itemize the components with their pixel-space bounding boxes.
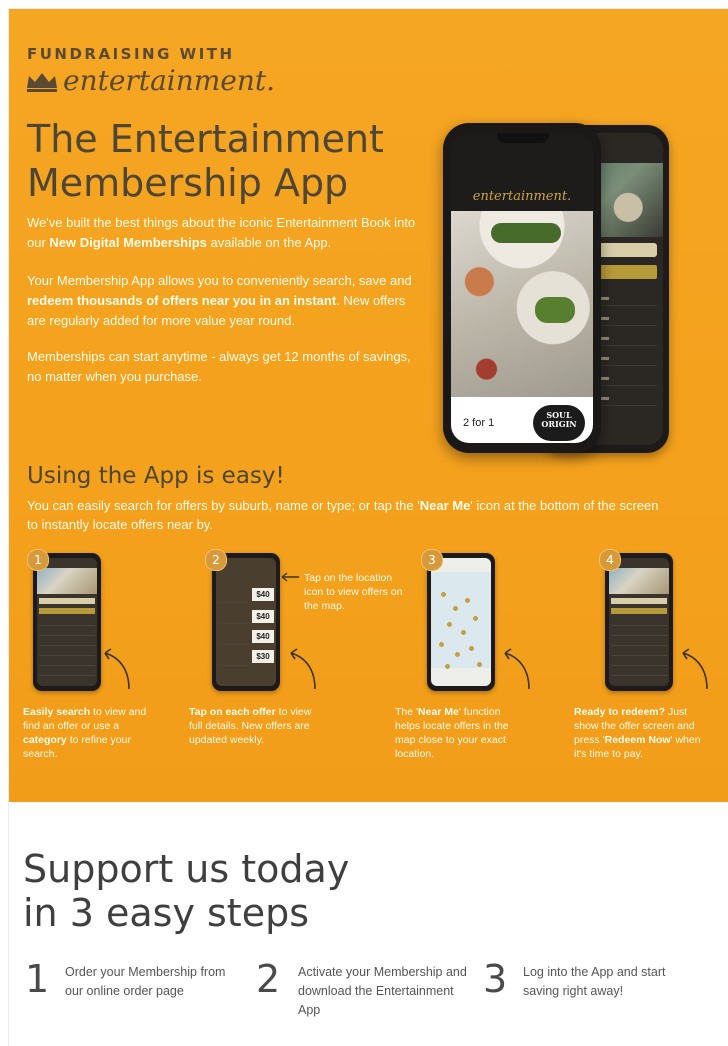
step-2-caption: Tap on each offer to view full details. … <box>189 705 319 747</box>
step-1-badge: 1 <box>27 549 49 571</box>
intro-text-bold: New Digital Memberships <box>49 235 207 250</box>
step-2-screen: $40 $40 $40 $30 <box>216 558 276 686</box>
step-1-bold-2: category <box>23 734 67 746</box>
step-3-screen <box>431 558 491 686</box>
map-graphic <box>431 572 491 669</box>
step-2-badge: 2 <box>205 549 227 571</box>
support-step-3-text: Log into the App and start saving right … <box>523 965 666 998</box>
title-line-1: The Entertainment <box>27 117 384 161</box>
step-3-bold: Near Me <box>418 706 459 718</box>
badge-line-2: ORIGIN <box>541 419 577 429</box>
support-step-2-text: Activate your Membership and download th… <box>298 965 467 1017</box>
step-4-bold: Ready to redeem? <box>574 706 666 718</box>
step-2-phone: $40 $40 $40 $30 <box>212 553 280 691</box>
price-tag: $40 <box>252 630 274 643</box>
flyer-page: FUNDRAISING WITH entertainment. The Ente… <box>8 8 728 1046</box>
location-tip: Tap on the location icon to view offers … <box>304 572 403 612</box>
step-4-screen <box>609 558 669 686</box>
section-text-bold: Near Me <box>419 498 471 513</box>
crown-icon <box>27 73 57 92</box>
front-phone-screen: entertainment. 2 for 1 SOUL ORIGIN <box>451 133 593 443</box>
entertainment-logo: entertainment. <box>25 65 275 97</box>
curved-arrow-icon <box>682 648 708 690</box>
app-text-a: Your Membership App allows you to conven… <box>27 273 412 288</box>
food-photo <box>451 211 593 397</box>
logo-wordmark: entertainment. <box>63 64 276 97</box>
section-title: Using the App is easy! <box>27 463 285 489</box>
support-step-1-text: Order your Membership from our online or… <box>65 965 226 998</box>
step-1-bold: Easily search <box>23 706 91 718</box>
support-title: Support us today in 3 easy steps <box>23 847 349 935</box>
curved-arrow-icon <box>104 648 130 690</box>
title-line-2: Membership App <box>27 161 349 205</box>
step-4-badge: 4 <box>599 549 621 571</box>
phone-notch <box>497 133 549 143</box>
left-arrow-icon <box>281 572 299 582</box>
step-2-bold: Tap on each offer <box>189 706 276 718</box>
section-intro: You can easily search for offers by subu… <box>27 496 667 534</box>
price-tag: $30 <box>252 650 274 663</box>
support-step-3-number: 3 <box>483 957 508 1001</box>
price-tag: $40 <box>252 588 274 601</box>
page-title: The Entertainment Membership App <box>27 117 427 205</box>
step-4-phone <box>605 553 673 691</box>
step-3-text: The ' <box>395 706 419 718</box>
step-4-bold-2: Redeem Now <box>604 734 671 746</box>
merchant-badge: SOUL ORIGIN <box>533 405 585 441</box>
support-title-line-1: Support us today <box>23 847 350 891</box>
membership-paragraph: Memberships can start anytime - always g… <box>27 349 411 384</box>
step-4-caption: Ready to redeem? Just show the offer scr… <box>574 705 714 761</box>
curved-arrow-icon <box>504 648 530 690</box>
app-logo: entertainment. <box>472 189 572 204</box>
front-phone-image: entertainment. 2 for 1 SOUL ORIGIN <box>443 123 601 453</box>
step-1-screen <box>37 558 97 686</box>
price-tag: $40 <box>252 610 274 623</box>
support-step-2-number: 2 <box>256 957 281 1001</box>
step-3-badge: 3 <box>421 549 443 571</box>
support-step-1-number: 1 <box>25 957 50 1001</box>
app-text-bold: redeem thousands of offers near you in a… <box>27 293 337 308</box>
step-3-phone <box>427 553 495 691</box>
curved-arrow-icon <box>290 648 316 690</box>
step-1-caption: Easily search to view and find an offer … <box>23 705 153 761</box>
app-paragraph: Your Membership App allows you to conven… <box>27 271 427 331</box>
intro-paragraph: We've built the best things about the ic… <box>27 213 427 253</box>
step-1-phone <box>33 553 101 691</box>
intro-text-c: available on the App. <box>206 235 332 250</box>
step-3-caption: The 'Near Me' function helps locate offe… <box>395 705 527 761</box>
support-title-line-2: in 3 easy steps <box>23 891 310 935</box>
brand-tagline: FUNDRAISING WITH <box>27 45 235 63</box>
offer-label: 2 for 1 <box>463 417 495 429</box>
offer-card: 2 for 1 SOUL ORIGIN <box>451 397 593 443</box>
section-text-a: You can easily search for offers by subu… <box>27 498 420 513</box>
